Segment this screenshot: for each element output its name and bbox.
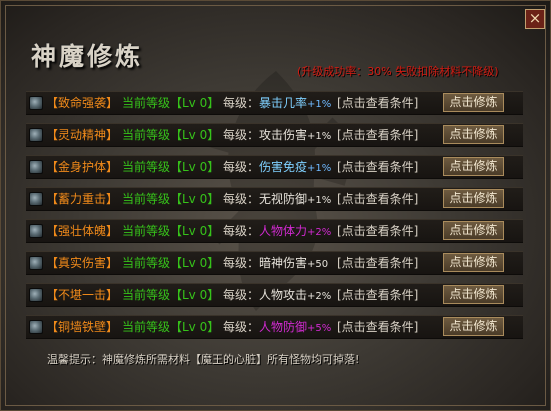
view-conditions-link[interactable]: [点击查看条件]	[337, 288, 418, 302]
per-level-label: 每级：	[223, 160, 260, 174]
stat-bonus: 人物防御+5%	[259, 320, 331, 336]
skill-row: 【强壮体魄】 当前等级【Lv 0】 每级： 人物体力+2% [点击查看条件] 点击修炼	[26, 219, 523, 243]
stat-name: 人物防御	[259, 320, 308, 334]
stat-name: 攻击伤害	[259, 128, 308, 142]
current-level: 当前等级【Lv 0】	[122, 224, 220, 238]
skill-name: 【强壮体魄】	[46, 224, 119, 238]
gem-icon	[29, 224, 43, 238]
current-level: 当前等级【Lv 0】	[122, 320, 220, 334]
stat-bonus: 伤害免疫+1%	[259, 160, 331, 176]
stat-name: 人物体力	[259, 224, 308, 238]
per-level-label: 每级：	[223, 256, 260, 270]
skill-row: 【灵动精神】 当前等级【Lv 0】 每级： 攻击伤害+1% [点击查看条件] 点击修炼	[26, 123, 523, 147]
gem-icon	[29, 160, 43, 174]
stat-amount: +50	[307, 259, 329, 270]
skill-name: 【致命强袭】	[46, 96, 119, 110]
current-level: 当前等级【Lv 0】	[122, 288, 220, 302]
skill-row: 【真实伤害】 当前等级【Lv 0】 每级： 暗神伤害+50 [点击查看条件] 点击修炼	[26, 251, 523, 275]
gem-icon	[29, 288, 43, 302]
current-level: 当前等级【Lv 0】	[122, 192, 220, 206]
view-conditions-link[interactable]: [点击查看条件]	[337, 96, 418, 110]
skill-row: 【蓄力重击】 当前等级【Lv 0】 每级： 无视防御+1% [点击查看条件] 点击修炼	[26, 187, 523, 211]
stat-bonus: 无视防御+1%	[259, 192, 331, 208]
per-level-label: 每级：	[223, 96, 260, 110]
stat-bonus: 暴击几率+1%	[259, 96, 331, 112]
stat-amount: +2%	[307, 227, 332, 238]
gem-icon	[29, 320, 43, 334]
stat-name: 无视防御	[259, 192, 308, 206]
close-button[interactable]: ×	[525, 9, 545, 29]
current-level: 当前等级【Lv 0】	[122, 256, 220, 270]
skill-name: 【灵动精神】	[46, 128, 119, 142]
stat-name: 人物攻击	[259, 288, 308, 302]
cultivate-button[interactable]: 点击修炼	[443, 317, 504, 336]
stat-bonus: 人物体力+2%	[259, 224, 331, 240]
cultivate-button[interactable]: 点击修炼	[443, 157, 504, 176]
stat-amount: +1%	[307, 195, 332, 206]
stat-amount: +1%	[307, 99, 332, 110]
gem-icon	[29, 192, 43, 206]
view-conditions-link[interactable]: [点击查看条件]	[337, 320, 418, 334]
success-rate-notice: (升级成功率：30% 失败扣除材料不降级)	[297, 65, 499, 78]
stat-amount: +1%	[307, 131, 332, 142]
stat-name: 暴击几率	[259, 96, 308, 110]
cultivate-button[interactable]: 点击修炼	[443, 125, 504, 144]
view-conditions-link[interactable]: [点击查看条件]	[337, 160, 418, 174]
stat-bonus: 暗神伤害+50	[259, 256, 328, 272]
per-level-label: 每级：	[223, 128, 260, 142]
view-conditions-link[interactable]: [点击查看条件]	[337, 192, 418, 206]
cultivate-button[interactable]: 点击修炼	[443, 253, 504, 272]
view-conditions-link[interactable]: [点击查看条件]	[337, 128, 418, 142]
current-level: 当前等级【Lv 0】	[122, 96, 220, 110]
cultivate-button[interactable]: 点击修炼	[443, 285, 504, 304]
stat-amount: +2%	[307, 291, 332, 302]
per-level-label: 每级：	[223, 224, 260, 238]
stat-name: 伤害免疫	[259, 160, 308, 174]
tip-text: 温馨提示：神魔修炼所需材料【魔王的心脏】所有怪物均可掉落!	[47, 353, 360, 366]
per-level-label: 每级：	[223, 320, 260, 334]
skill-name: 【不堪一击】	[46, 288, 119, 302]
skill-name: 【蓄力重击】	[46, 192, 119, 206]
stat-bonus: 攻击伤害+1%	[259, 128, 331, 144]
skill-name: 【真实伤害】	[46, 256, 119, 270]
current-level: 当前等级【Lv 0】	[122, 160, 220, 174]
cultivate-button[interactable]: 点击修炼	[443, 93, 504, 112]
current-level: 当前等级【Lv 0】	[122, 128, 220, 142]
per-level-label: 每级：	[223, 192, 260, 206]
cultivation-panel: × 神魔修炼 (升级成功率：30% 失败扣除材料不降级) 【致命强袭】 当前等级【…	[0, 0, 551, 411]
per-level-label: 每级：	[223, 288, 260, 302]
skill-name: 【金身护体】	[46, 160, 119, 174]
cultivate-button[interactable]: 点击修炼	[443, 189, 504, 208]
view-conditions-link[interactable]: [点击查看条件]	[337, 224, 418, 238]
skill-row: 【不堪一击】 当前等级【Lv 0】 每级： 人物攻击+2% [点击查看条件] 点击修炼	[26, 283, 523, 307]
stat-amount: +5%	[307, 323, 332, 334]
gem-icon	[29, 256, 43, 270]
gem-icon	[29, 96, 43, 110]
cultivate-button[interactable]: 点击修炼	[443, 221, 504, 240]
panel-title: 神魔修炼	[31, 42, 144, 71]
gem-icon	[29, 128, 43, 142]
stat-amount: +1%	[307, 163, 332, 174]
skill-row: 【金身护体】 当前等级【Lv 0】 每级： 伤害免疫+1% [点击查看条件] 点击修炼	[26, 155, 523, 179]
stat-bonus: 人物攻击+2%	[259, 288, 331, 304]
stat-name: 暗神伤害	[259, 256, 308, 270]
view-conditions-link[interactable]: [点击查看条件]	[337, 256, 418, 270]
skill-row: 【铜墙铁壁】 当前等级【Lv 0】 每级： 人物防御+5% [点击查看条件] 点击修炼	[26, 315, 523, 339]
skill-row: 【致命强袭】 当前等级【Lv 0】 每级： 暴击几率+1% [点击查看条件] 点击修炼	[26, 91, 523, 115]
skill-name: 【铜墙铁壁】	[46, 320, 119, 334]
